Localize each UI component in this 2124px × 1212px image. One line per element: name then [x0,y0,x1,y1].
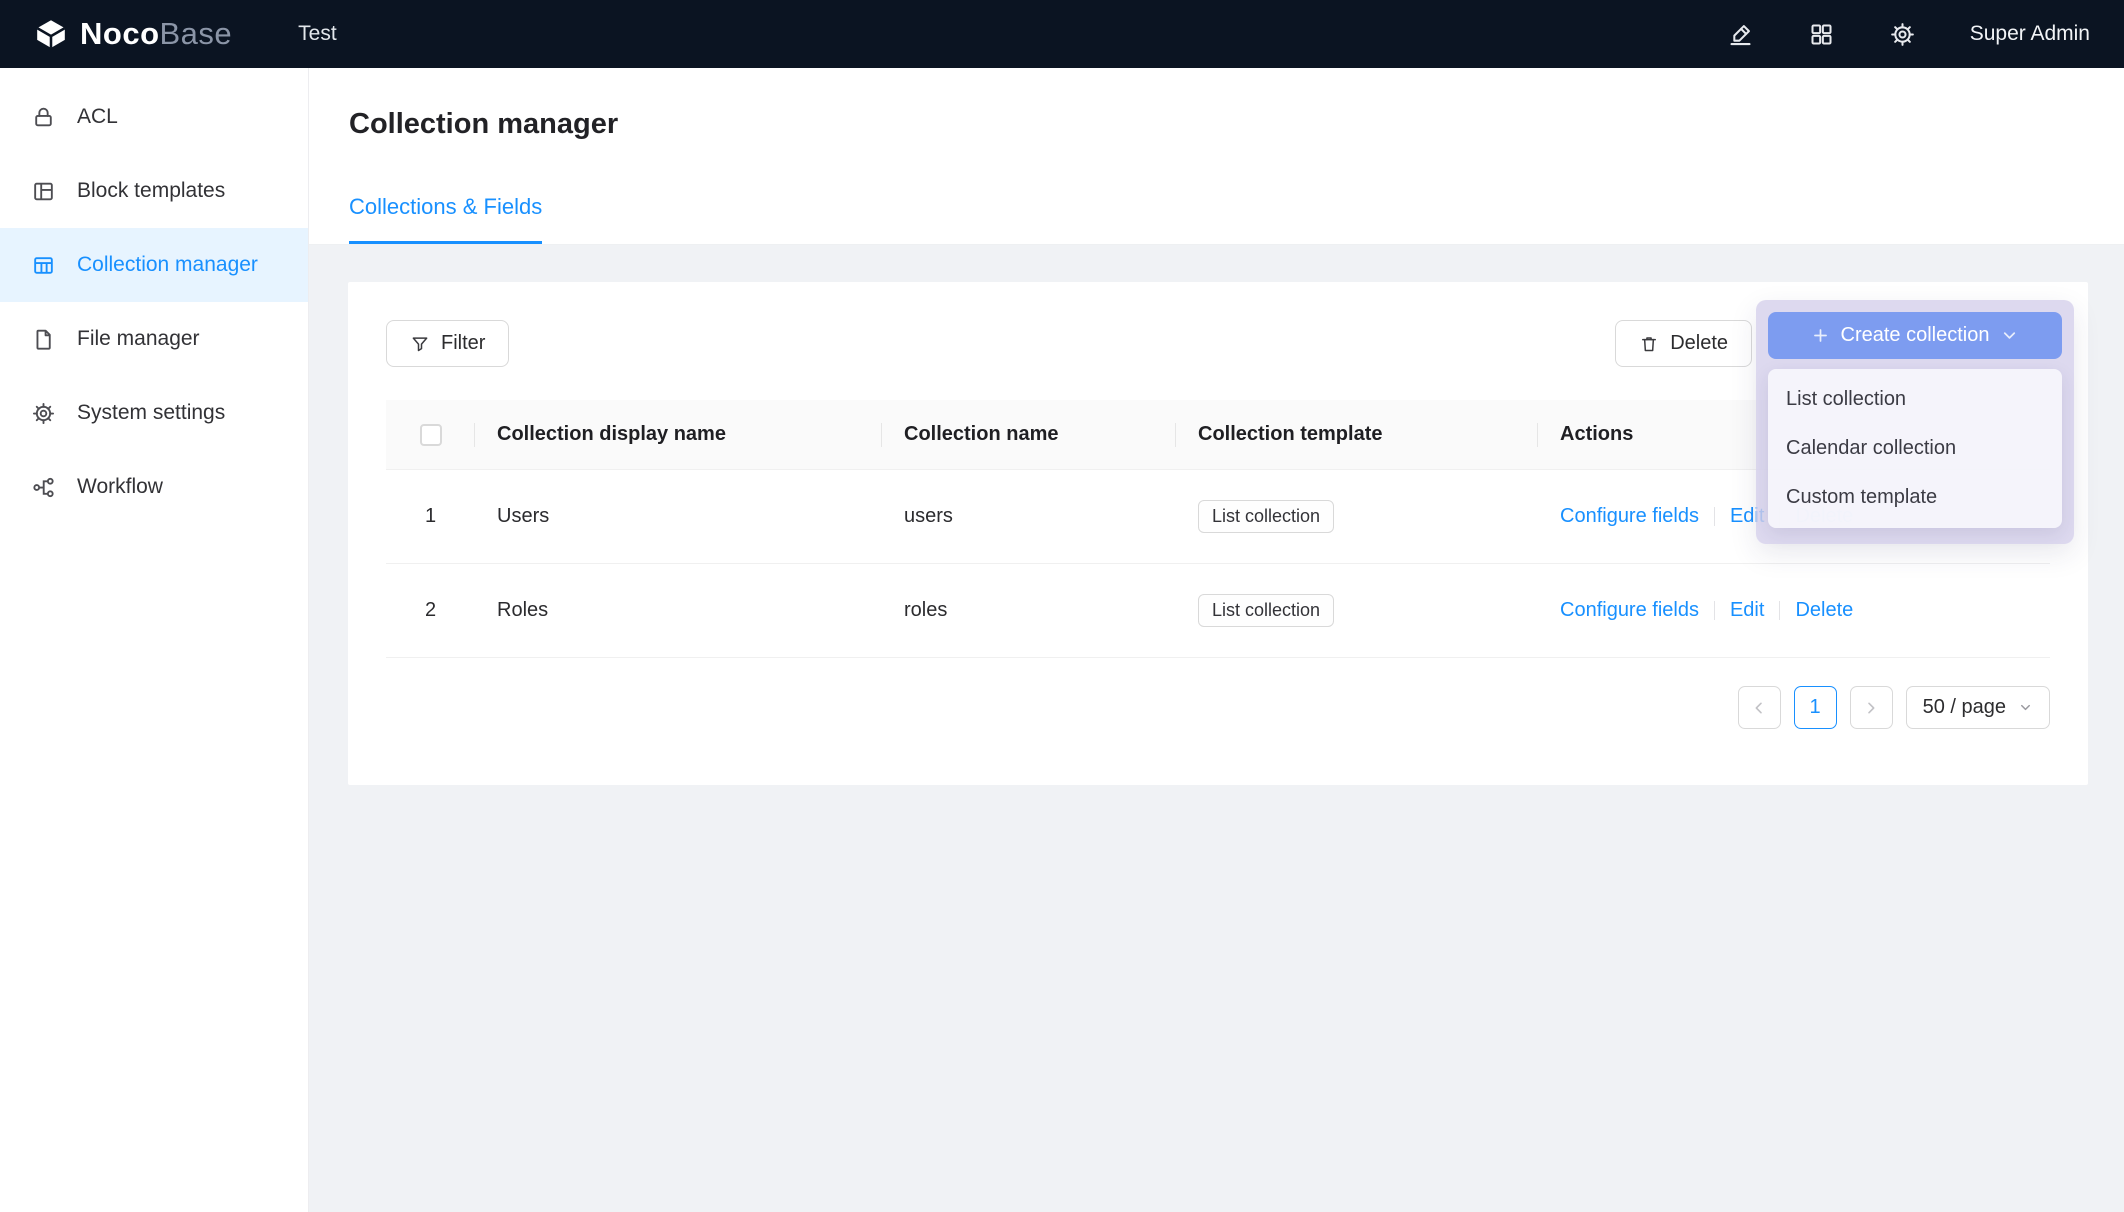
nocobase-logo-icon [34,17,68,51]
sidebar-item-acl[interactable]: ACL [0,80,308,154]
sidebar-item-label: Block templates [77,179,225,203]
select-all-cell [386,424,475,446]
create-collection-dropdown-overlay: Create collection List collection Calend… [1756,300,2074,544]
row-index: 1 [386,505,475,528]
tab-bar: Collections & Fields [309,194,2124,245]
page-header: Collection manager Collections & Fields [309,68,2124,245]
sidebar-item-system-settings[interactable]: System settings [0,376,308,450]
table-row: 2 Roles roles List collection Configure … [386,564,2050,658]
workflow-icon [31,475,56,500]
lock-icon [31,105,56,130]
user-menu[interactable]: Super Admin [1970,22,2090,46]
chevron-down-icon [2018,700,2033,715]
sidebar-item-collection-manager[interactable]: Collection manager [0,228,308,302]
row-display-name: Users [475,505,882,528]
menu-item-calendar-collection[interactable]: Calendar collection [1768,424,2062,473]
row-actions: Configure fields Edit Delete [1538,599,2050,622]
collections-card: Filter Delete Collection d [348,282,2088,785]
page-size-value: 50 / page [1923,696,2006,719]
navbar-right: Super Admin [1727,21,2090,48]
row-display-name: Roles [475,599,882,622]
content-area: Filter Delete Collection d [309,245,2124,785]
sidebar: ACL Block templates Collection manager F… [0,68,309,1212]
gear-icon [31,401,56,426]
main-content: Collection manager Collections & Fields … [309,68,2124,1212]
filter-button-label: Filter [441,332,485,355]
tab-collections-fields[interactable]: Collections & Fields [349,194,542,244]
column-header-template: Collection template [1176,423,1538,446]
delete-link[interactable]: Delete [1795,599,1853,622]
sidebar-item-label: ACL [77,105,118,129]
row-collection-name: users [882,505,1176,528]
configure-fields-link[interactable]: Configure fields [1560,505,1699,528]
column-header-display-name: Collection display name [475,423,882,446]
row-index: 2 [386,599,475,622]
layout-icon [31,179,56,204]
divider [1779,601,1780,620]
row-collection-name: roles [882,599,1176,622]
highlighter-icon[interactable] [1727,21,1754,48]
chevron-down-icon [2000,326,2019,345]
column-header-collection-name: Collection name [882,423,1176,446]
create-collection-label: Create collection [1841,324,1990,347]
divider [1714,507,1715,526]
brand-name-light: Base [160,16,233,51]
delete-button-label: Delete [1670,332,1728,355]
delete-button[interactable]: Delete [1615,320,1752,367]
sidebar-item-label: File manager [77,327,200,351]
page-title: Collection manager [309,68,2124,142]
brand-name-bold: Noco [80,16,160,51]
plus-icon [1811,326,1830,345]
sidebar-item-label: Workflow [77,475,163,499]
sidebar-item-file-manager[interactable]: File manager [0,302,308,376]
nav-item-test[interactable]: Test [298,22,337,46]
gear-icon[interactable] [1889,21,1916,48]
page-size-select[interactable]: 50 / page [1906,686,2050,729]
divider [1714,601,1715,620]
brand[interactable]: NocoBase [34,16,232,52]
brand-text: NocoBase [80,16,232,52]
chevron-left-icon [1751,700,1767,716]
sidebar-item-label: System settings [77,401,225,425]
filter-button[interactable]: Filter [386,320,509,367]
select-all-checkbox[interactable] [420,424,442,446]
menu-item-custom-template[interactable]: Custom template [1768,473,2062,522]
configure-fields-link[interactable]: Configure fields [1560,599,1699,622]
template-tag: List collection [1198,500,1334,533]
sidebar-item-workflow[interactable]: Workflow [0,450,308,524]
row-template-cell: List collection [1176,594,1538,627]
template-tag: List collection [1198,594,1334,627]
sidebar-item-block-templates[interactable]: Block templates [0,154,308,228]
apps-grid-icon[interactable] [1808,21,1835,48]
create-collection-button[interactable]: Create collection [1768,312,2062,359]
pagination-prev-button[interactable] [1738,686,1781,729]
filter-funnel-icon [410,334,430,354]
table-icon [31,253,56,278]
edit-link[interactable]: Edit [1730,599,1764,622]
row-template-cell: List collection [1176,500,1538,533]
menu-item-list-collection[interactable]: List collection [1768,375,2062,424]
pagination-next-button[interactable] [1850,686,1893,729]
sidebar-item-label: Collection manager [77,253,258,277]
pagination: 1 50 / page [386,686,2050,729]
chevron-right-icon [1863,700,1879,716]
top-navbar: NocoBase Test Super Admin [0,0,2124,68]
file-icon [31,327,56,352]
create-collection-menu: List collection Calendar collection Cust… [1768,369,2062,528]
pagination-page-1[interactable]: 1 [1794,686,1837,729]
trash-icon [1639,334,1659,354]
